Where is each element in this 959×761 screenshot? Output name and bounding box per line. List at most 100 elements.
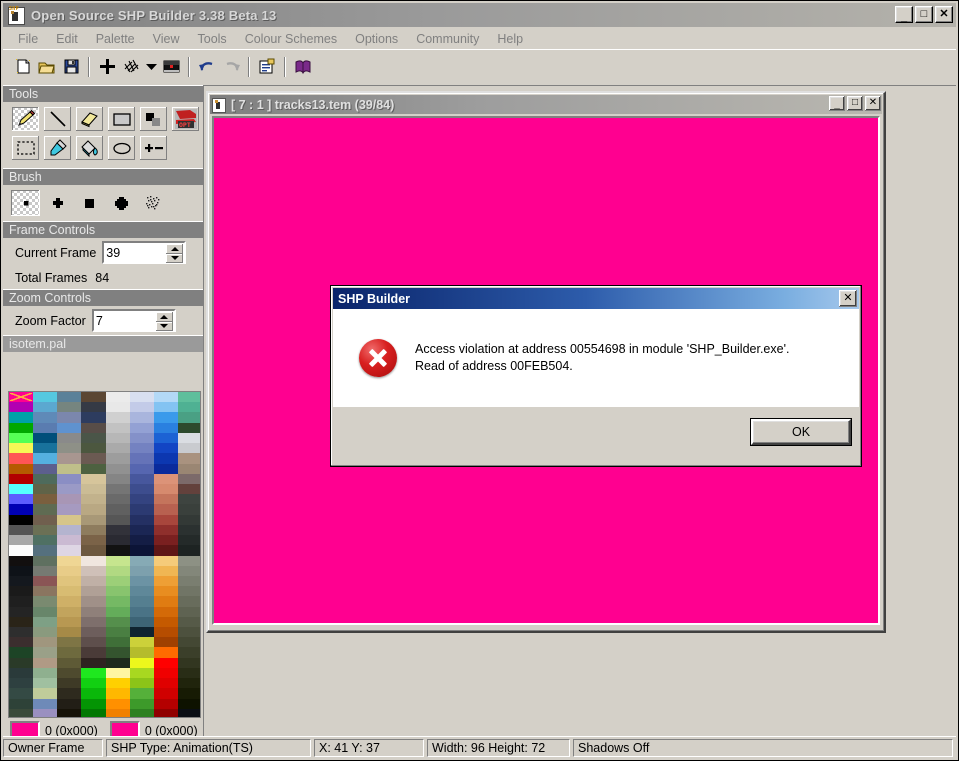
zoom-factor-up-arrow[interactable] [155, 312, 173, 322]
palette-swatch[interactable] [9, 432, 34, 444]
palette-swatch[interactable] [33, 575, 58, 587]
palette-swatch[interactable] [57, 392, 82, 403]
save-file-icon[interactable] [59, 55, 83, 78]
palette-swatch[interactable] [177, 688, 200, 699]
dialog-close-button[interactable]: ✕ [839, 290, 857, 307]
palette-swatch[interactable] [81, 494, 106, 505]
palette-swatch[interactable] [9, 586, 34, 597]
palette-swatch[interactable] [33, 392, 58, 403]
palette-swatch[interactable] [177, 657, 200, 668]
palette-swatch[interactable] [33, 483, 58, 495]
palette-swatch[interactable] [57, 443, 82, 454]
palette-swatch[interactable] [81, 545, 106, 556]
palette-swatch[interactable] [57, 627, 82, 638]
palette-swatch[interactable] [177, 514, 200, 525]
palette-swatch[interactable] [33, 545, 58, 556]
palette-swatch[interactable] [177, 392, 200, 403]
palette-swatch[interactable] [33, 647, 58, 658]
pencil-tool[interactable] [11, 106, 40, 132]
palette-swatch[interactable] [129, 708, 154, 717]
palette-swatch[interactable] [153, 392, 178, 403]
palette-swatch[interactable] [153, 463, 178, 474]
palette-swatch[interactable] [153, 688, 178, 699]
menu-item-palette[interactable]: Palette [87, 30, 144, 48]
palette-swatch[interactable] [81, 463, 106, 474]
palette-swatch[interactable] [57, 678, 82, 689]
brush-spray[interactable] [139, 190, 168, 216]
add-frame-icon[interactable] [95, 55, 119, 78]
palette-swatch[interactable] [81, 422, 106, 433]
ellipse-tool[interactable] [107, 135, 136, 161]
palette-swatch[interactable] [9, 514, 34, 525]
palette-swatch[interactable] [105, 708, 130, 717]
palette-swatch[interactable] [33, 524, 58, 536]
palette-swatch[interactable] [105, 667, 130, 679]
palette-swatch[interactable] [57, 535, 82, 546]
canvas-icon[interactable] [159, 55, 183, 78]
palette-swatch[interactable] [153, 422, 178, 433]
palette-swatch[interactable] [33, 606, 58, 617]
palette-swatch[interactable] [81, 555, 106, 566]
palette-swatch[interactable] [153, 524, 178, 536]
palette-swatch[interactable] [33, 708, 58, 717]
palette-swatch[interactable] [129, 555, 154, 566]
palette-swatch[interactable] [177, 483, 200, 495]
palette-swatch[interactable] [129, 535, 154, 546]
palette-swatch[interactable] [177, 463, 200, 474]
palette-swatch[interactable] [57, 596, 82, 607]
palette-swatch[interactable] [153, 606, 178, 617]
palette-swatch[interactable] [33, 494, 58, 505]
palette-swatch[interactable] [105, 586, 130, 597]
child-close-button[interactable]: ✕ [865, 96, 881, 111]
brush-plus[interactable] [43, 190, 72, 216]
palette-swatch[interactable] [33, 473, 58, 484]
brush-dot[interactable] [11, 190, 40, 216]
palette-swatch[interactable] [129, 647, 154, 658]
brush-square[interactable] [75, 190, 104, 216]
line-tool[interactable] [43, 106, 72, 132]
menu-item-help[interactable]: Help [488, 30, 532, 48]
palette-swatch[interactable] [81, 688, 106, 699]
palette-swatch[interactable] [177, 535, 200, 546]
palette-swatch[interactable] [105, 535, 130, 546]
palette-swatch[interactable] [9, 637, 34, 648]
palette-swatch[interactable] [33, 422, 58, 433]
menu-item-tools[interactable]: Tools [189, 30, 236, 48]
palette-swatch[interactable] [177, 637, 200, 648]
palette-swatch[interactable] [81, 443, 106, 454]
palette-swatch[interactable] [9, 627, 34, 638]
palette-swatch[interactable] [81, 596, 106, 607]
palette-swatch[interactable] [105, 575, 130, 587]
palette-swatch[interactable] [33, 402, 58, 413]
palette-swatch[interactable] [9, 708, 34, 717]
palette-swatch[interactable] [153, 596, 178, 607]
palette-swatch[interactable] [153, 698, 178, 709]
palette-swatch[interactable] [9, 606, 34, 617]
palette-swatch[interactable] [105, 545, 130, 556]
palette-swatch[interactable] [105, 432, 130, 444]
palette-swatch[interactable] [129, 504, 154, 515]
palette-swatch[interactable] [105, 443, 130, 454]
palette-swatch[interactable] [9, 392, 34, 403]
palette-swatch[interactable] [177, 616, 200, 628]
palette-swatch[interactable] [129, 586, 154, 597]
palette-swatch[interactable] [33, 627, 58, 638]
palette-swatch[interactable] [81, 575, 106, 587]
close-button[interactable]: ✕ [935, 6, 953, 23]
palette-swatch[interactable] [153, 483, 178, 495]
palette-swatch[interactable] [33, 453, 58, 464]
palette-swatch[interactable] [9, 494, 34, 505]
palette-swatch[interactable] [153, 545, 178, 556]
menu-item-file[interactable]: File [9, 30, 47, 48]
palette-swatch[interactable] [33, 678, 58, 689]
palette-swatch[interactable] [81, 586, 106, 597]
menu-item-options[interactable]: Options [346, 30, 407, 48]
eraser-tool[interactable] [75, 106, 104, 132]
palette-swatch[interactable] [105, 606, 130, 617]
palette-swatch[interactable] [9, 678, 34, 689]
palette-swatch[interactable] [129, 667, 154, 679]
palette-swatch[interactable] [81, 392, 106, 403]
palette-swatch[interactable] [177, 524, 200, 536]
shadow-icon[interactable] [119, 55, 143, 78]
palette-swatch[interactable] [153, 565, 178, 576]
